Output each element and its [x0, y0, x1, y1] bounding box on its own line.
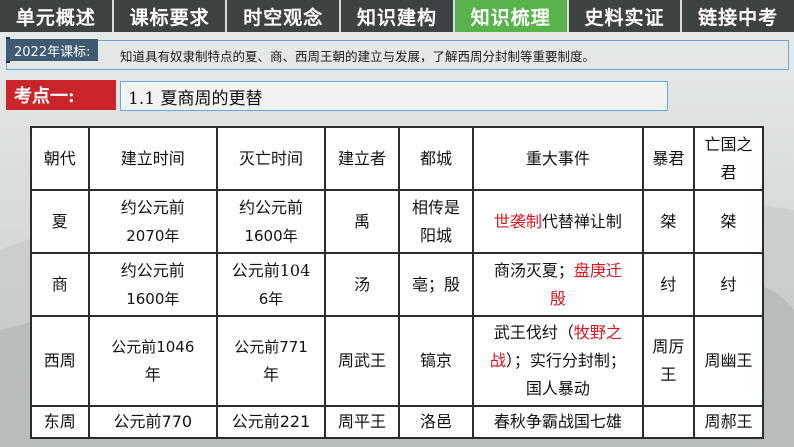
cell-end-time: 公元前221 — [216, 405, 326, 439]
cell-text: 公元前104 — [231, 260, 311, 280]
cell-text: 公元前771 — [234, 338, 308, 356]
cell-start-time: 公元前1046 年 — [87, 315, 219, 407]
cell-text: 2070年 — [126, 226, 180, 245]
keypoint-label: 考点一: — [6, 80, 116, 110]
cell-start-time: 约公元前 1600年 — [87, 252, 219, 317]
cell-founder: 周武王 — [323, 315, 401, 407]
cell-text: 约公元前 — [120, 197, 185, 217]
cell-dynasty: 商 — [30, 252, 90, 317]
curriculum-standard-label: 2022年课标: — [6, 39, 99, 61]
tab-exam-link[interactable]: 链接中考 — [682, 0, 794, 32]
header-last-ruler: 亡国之君 — [693, 126, 764, 191]
cell-text: 相传是 — [412, 197, 461, 217]
dynasty-table: 朝代 建立时间 灭亡时间 建立者 都城 重大事件 暴君 亡国之君 夏 约公元前 2… — [30, 126, 764, 439]
cell-capital: 亳；殷 — [398, 252, 475, 317]
highlight-text: 殷 — [549, 288, 566, 308]
cell-tyrant — [641, 405, 696, 439]
header-capital: 都城 — [398, 126, 475, 191]
cell-text: 阳城 — [420, 225, 453, 245]
cell-capital: 镐京 — [398, 315, 475, 407]
cell-text: 约公元前 — [239, 197, 304, 217]
cell-text: ）；实行分封制； — [505, 351, 626, 370]
cell-end-time: 约公元前 1600年 — [216, 189, 326, 254]
cell-text: 王 — [660, 365, 677, 384]
cell-founder: 周平王 — [323, 405, 401, 439]
header-dynasty: 朝代 — [30, 126, 90, 191]
cell-text: 约公元前 — [120, 260, 185, 280]
cell-text: 年 — [144, 365, 161, 384]
tab-curriculum-requirements[interactable]: 课标要求 — [114, 0, 228, 32]
cell-text: 周厉 — [652, 337, 685, 356]
cell-text: 年 — [263, 365, 280, 384]
cell-last-ruler: 周幽王 — [693, 315, 764, 407]
cell-end-time: 公元前771 年 — [216, 315, 326, 407]
tab-unit-overview[interactable]: 单元概述 — [0, 0, 114, 32]
tab-knowledge-review[interactable]: 知识梳理 — [454, 0, 569, 32]
cell-tyrant: 桀 — [641, 189, 696, 254]
header-end-time: 灭亡时间 — [216, 126, 326, 191]
table-row-western-zhou: 西周 公元前1046 年 公元前771 年 周武王 镐京 武王伐纣（牧野之战）；实行… — [30, 315, 764, 407]
table-row-xia: 夏 约公元前 2070年 约公元前 1600年 禹 相传是阳城 世袭制代替禅让制 桀… — [30, 189, 764, 254]
highlight-text: 战 — [489, 351, 506, 370]
header-tyrant: 暴君 — [641, 126, 696, 191]
cell-founder: 汤 — [323, 252, 401, 317]
cell-major-events: 武王伐纣（牧野之战）；实行分封制； 国人暴动 — [472, 315, 644, 407]
cell-last-ruler: 纣 — [693, 252, 764, 317]
tab-time-space-concept[interactable]: 时空观念 — [227, 0, 342, 32]
cell-tyrant: 纣 — [641, 252, 696, 317]
cell-major-events: 商汤灭夏；盘庚迁殷 — [472, 252, 644, 317]
cell-start-time: 约公元前 2070年 — [87, 189, 219, 254]
cell-text: 商汤灭夏； — [493, 260, 574, 280]
curriculum-standard-text: 知道具有奴隶制特点的夏、商、西周王朝的建立与发展，了解西周分封制等重要制度。 — [120, 49, 596, 64]
header-founder: 建立者 — [323, 126, 401, 191]
cell-start-time: 公元前770 — [87, 405, 219, 439]
highlight-text: 盘庚迁 — [573, 260, 622, 280]
cell-text: 公元前1046 — [111, 338, 195, 356]
cell-text: 6年 — [258, 289, 284, 308]
keypoint-title: 1.1 夏商周的更替 — [128, 89, 263, 109]
table-header-row: 朝代 建立时间 灭亡时间 建立者 都城 重大事件 暴君 亡国之君 — [30, 126, 764, 191]
section-tab-bar: 单元概述 课标要求 时空观念 知识建构 知识梳理 史料实证 链接中考 — [0, 0, 794, 32]
cell-text: 1600年 — [126, 289, 180, 308]
table-row-eastern-zhou: 东周 公元前770 公元前221 周平王 洛邑 春秋争霸战国七雄 周郝王 — [30, 405, 764, 439]
cell-text: 1600年 — [244, 226, 298, 245]
cell-founder: 禹 — [323, 189, 401, 254]
cell-capital: 洛邑 — [398, 405, 475, 439]
highlight-text: 世袭制 — [493, 211, 542, 231]
tab-knowledge-construction[interactable]: 知识建构 — [341, 0, 455, 32]
cell-end-time: 公元前104 6年 — [216, 252, 326, 317]
cell-tyrant: 周厉王 — [641, 315, 696, 407]
cell-major-events: 世袭制代替禅让制 — [472, 189, 644, 254]
cell-dynasty: 西周 — [30, 315, 90, 407]
cell-capital: 相传是 阳城 — [398, 189, 475, 254]
cell-text: 国人暴动 — [525, 379, 590, 398]
tab-historical-evidence[interactable]: 史料实证 — [569, 0, 683, 32]
cell-text: 武王伐纣（ — [493, 323, 574, 342]
header-start-time: 建立时间 — [87, 126, 219, 191]
cell-dynasty: 东周 — [30, 405, 90, 439]
cell-last-ruler: 桀 — [693, 189, 764, 254]
cell-last-ruler: 周郝王 — [693, 405, 764, 439]
highlight-text: 牧野之 — [573, 323, 622, 342]
header-major-events: 重大事件 — [472, 126, 644, 191]
cell-text: 代替禅让制 — [541, 211, 622, 231]
cell-major-events: 春秋争霸战国七雄 — [472, 405, 644, 439]
table-row-shang: 商 约公元前 1600年 公元前104 6年 汤 亳；殷 商汤灭夏；盘庚迁殷 纣 纣 — [30, 252, 764, 317]
cell-dynasty: 夏 — [30, 189, 90, 254]
